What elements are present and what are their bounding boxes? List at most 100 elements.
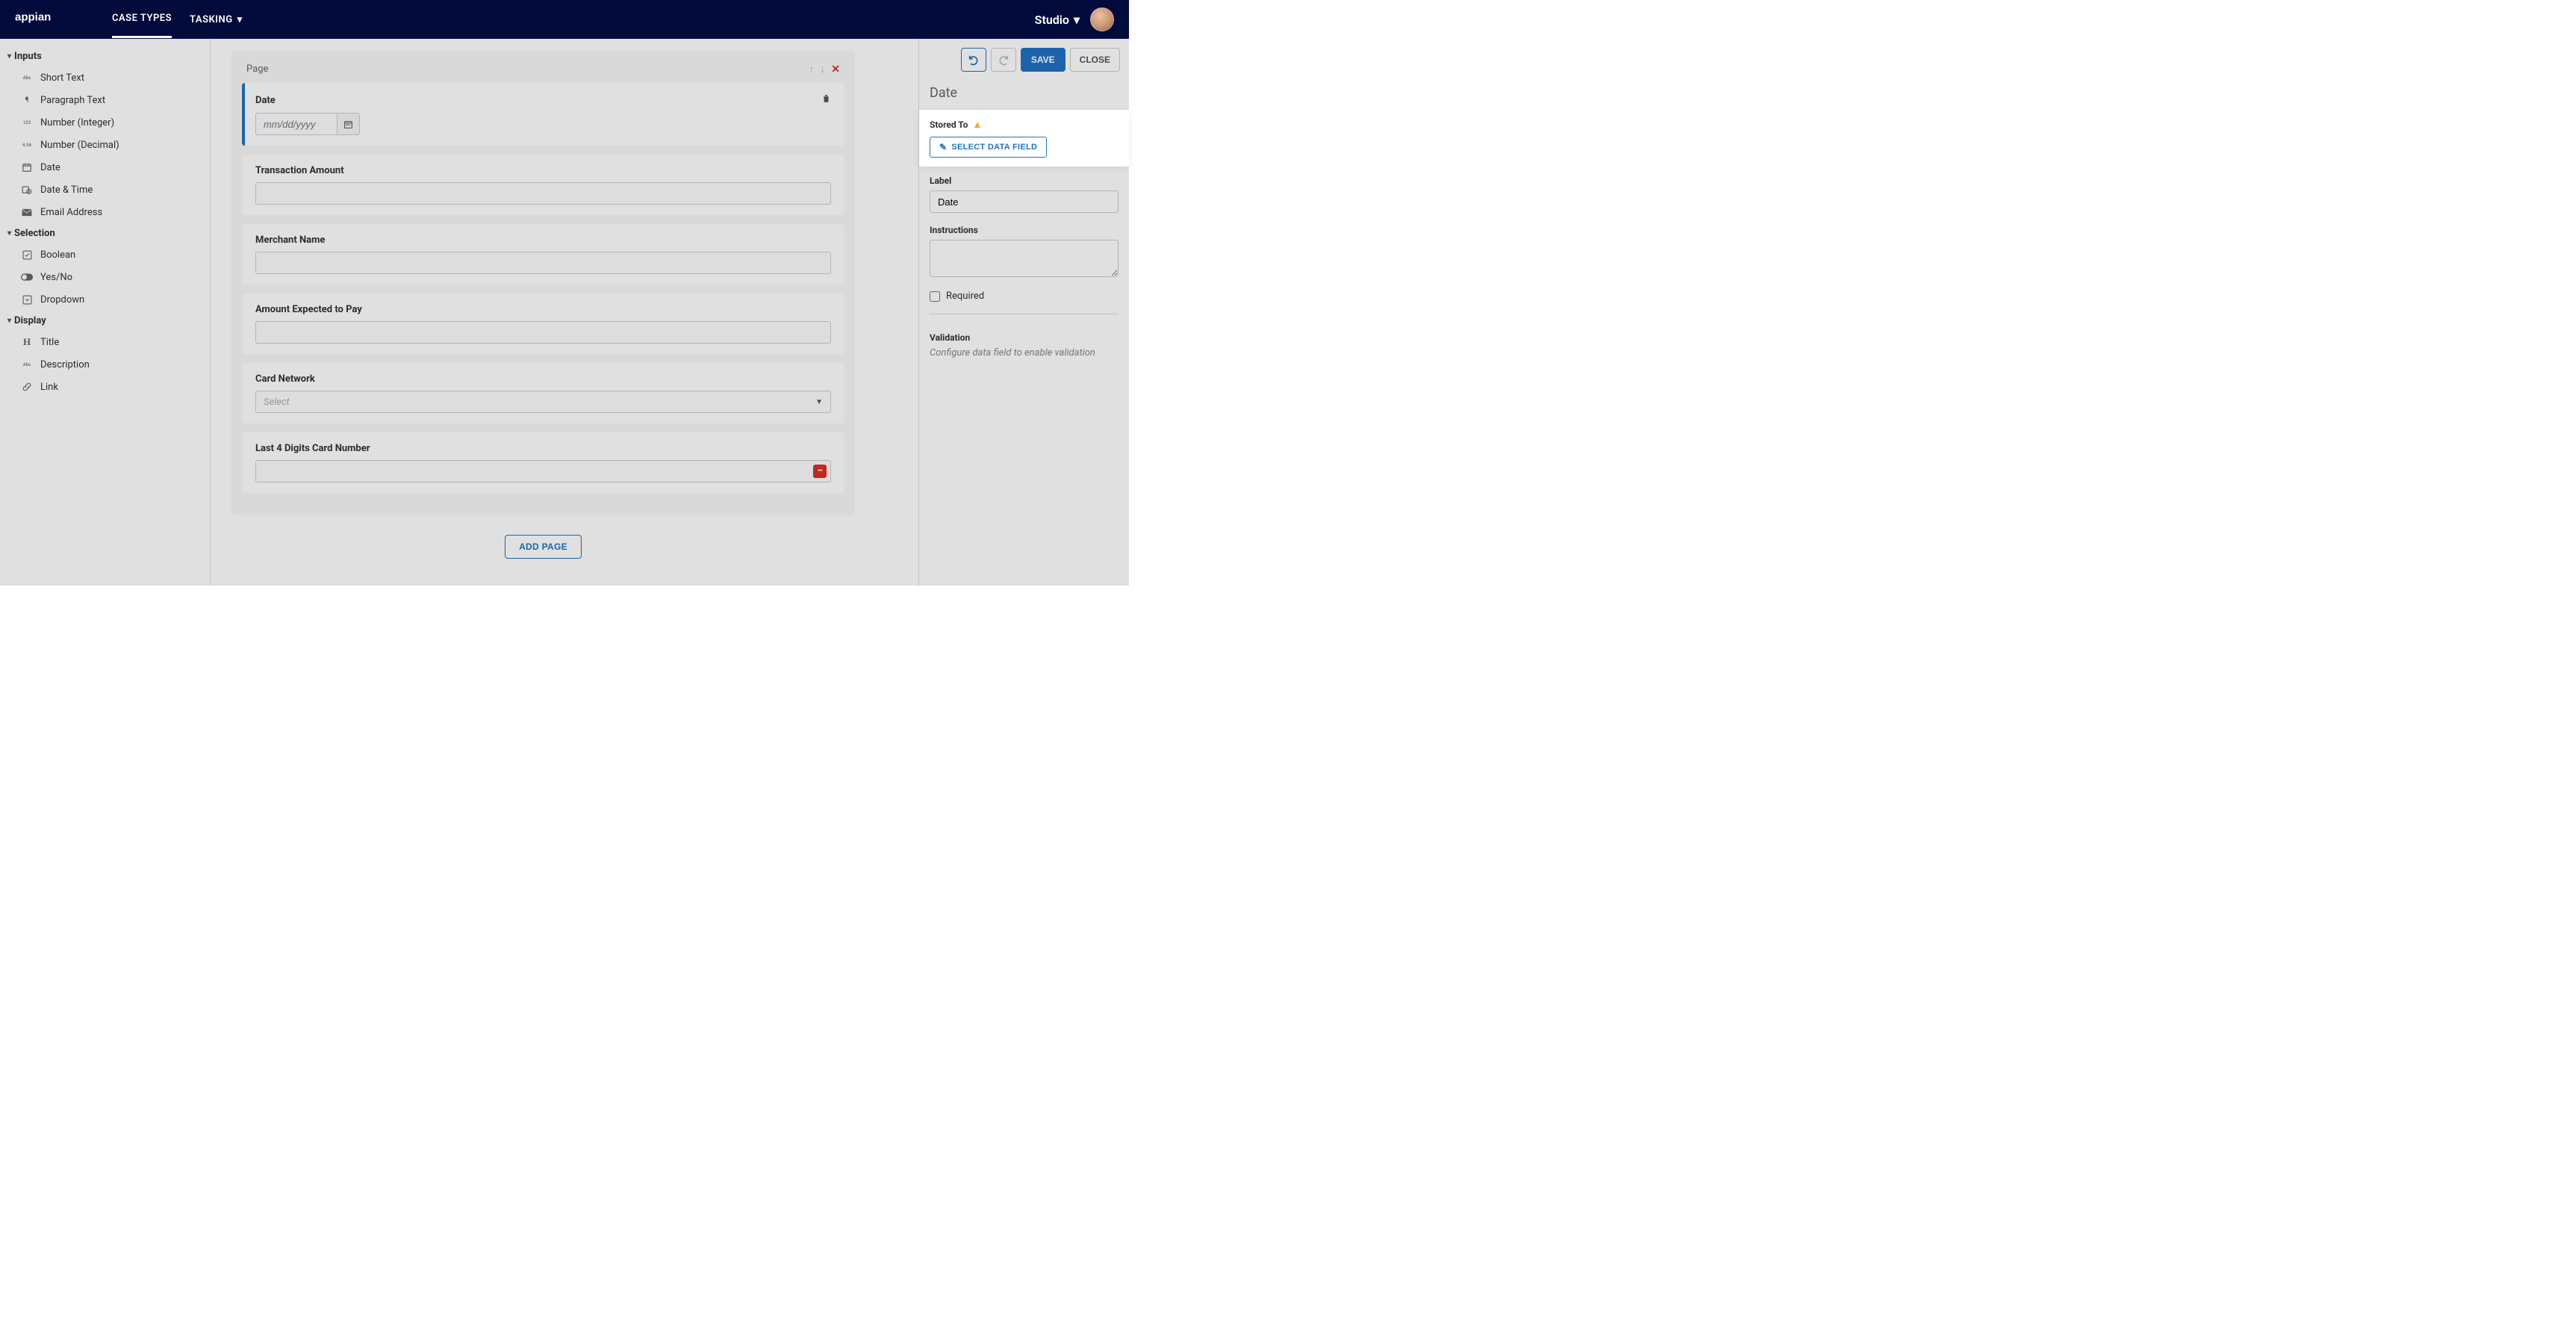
label-input[interactable] <box>930 190 1119 213</box>
undo-button[interactable] <box>961 48 986 72</box>
date-picker-button[interactable] <box>337 113 360 135</box>
group-selection[interactable]: ▾ Selection <box>0 223 210 243</box>
pencil-icon: ✎ <box>939 142 947 152</box>
palette-item-label: Email Address <box>40 207 102 218</box>
validation-field-label: Validation <box>930 332 1119 343</box>
validation-section: Validation Configure data field to enabl… <box>919 329 1129 367</box>
required-label: Required <box>946 291 984 302</box>
close-button[interactable]: CLOSE <box>1070 48 1120 72</box>
page-title: Page <box>246 63 809 75</box>
trash-icon[interactable] <box>821 93 831 107</box>
card-label: Merchant Name <box>255 235 831 246</box>
stored-to-section: Stored To ▲ ✎ SELECT DATA FIELD <box>919 110 1129 167</box>
svg-text:appian: appian <box>15 11 51 24</box>
number-icon: 123 <box>21 117 33 128</box>
component-palette: ▾ Inputs AbcShort Text ¶ Paragraph Text 1… <box>0 39 211 586</box>
palette-paragraph-text[interactable]: ¶ Paragraph Text <box>0 89 210 111</box>
card-label: Last 4 Digits Card Number <box>255 443 831 454</box>
select-input[interactable]: Select ▼ <box>255 391 831 413</box>
group-display[interactable]: ▾ Display <box>0 311 210 331</box>
decimal-icon: 4.56 <box>21 139 33 151</box>
top-nav: appian CASE TYPES TASKING ▾ Studio ▾ <box>0 0 1129 39</box>
chevron-down-icon: ▾ <box>7 317 11 325</box>
paragraph-icon: ¶ <box>21 94 33 106</box>
group-label: Selection <box>14 228 55 239</box>
add-page-button[interactable]: ADD PAGE <box>505 535 582 559</box>
palette-boolean[interactable]: Boolean <box>0 243 210 266</box>
instructions-section: Instructions Required <box>919 222 1129 329</box>
abc-icon: Abc <box>21 359 33 370</box>
panel-title: Date <box>919 81 1129 110</box>
form-card-date[interactable]: Date <box>242 83 844 146</box>
chevron-down-icon: ▾ <box>7 229 11 238</box>
nav-tasking-label: TASKING <box>190 14 233 25</box>
palette-item-label: Description <box>40 359 90 370</box>
properties-panel: SAVE CLOSE Date Stored To ▲ ✎ SELECT DAT… <box>918 39 1129 586</box>
palette-description[interactable]: Abc Description <box>0 353 210 376</box>
save-button[interactable]: SAVE <box>1021 48 1065 72</box>
palette-date-time[interactable]: Date & Time <box>0 179 210 201</box>
group-inputs[interactable]: ▾ Inputs <box>0 46 210 66</box>
palette-email[interactable]: Email Address <box>0 201 210 223</box>
masked-input[interactable] <box>255 460 831 483</box>
required-checkbox[interactable] <box>930 291 940 302</box>
mail-icon <box>21 206 33 218</box>
card-label: Amount Expected to Pay <box>255 304 831 315</box>
palette-item-label: Link <box>40 382 58 393</box>
studio-dropdown[interactable]: Studio ▾ <box>1035 13 1080 27</box>
remove-page-icon[interactable]: ✕ <box>831 63 840 75</box>
date-input[interactable] <box>255 113 337 135</box>
card-label: Card Network <box>255 373 831 385</box>
palette-number-decimal[interactable]: 4.56 Number (Decimal) <box>0 134 210 156</box>
calendar-icon <box>21 161 33 173</box>
label-field-label: Label <box>930 176 1119 186</box>
instructions-field-label: Instructions <box>930 225 1119 235</box>
palette-short-text[interactable]: AbcShort Text <box>0 66 210 89</box>
move-up-icon[interactable]: ↑ <box>809 63 814 75</box>
caret-down-icon: ▼ <box>815 398 823 406</box>
brand-logo: appian <box>15 8 82 31</box>
page-container: Page ↑ ↓ ✕ Date <box>231 51 855 515</box>
palette-item-label: Title <box>40 337 59 348</box>
form-canvas: Page ↑ ↓ ✕ Date <box>211 39 918 586</box>
chevron-down-icon: ▾ <box>7 52 11 60</box>
dropdown-icon <box>21 294 33 305</box>
text-input[interactable] <box>255 321 831 344</box>
form-card-merchant-name[interactable]: Merchant Name <box>242 224 844 285</box>
redo-icon <box>998 54 1009 66</box>
palette-yes-no[interactable]: Yes/No <box>0 266 210 288</box>
form-card-transaction-amount[interactable]: Transaction Amount <box>242 155 844 215</box>
palette-item-label: Paragraph Text <box>40 95 105 106</box>
instructions-textarea[interactable] <box>930 240 1119 277</box>
palette-item-label: Date & Time <box>40 184 93 196</box>
text-input[interactable] <box>255 182 831 205</box>
form-card-card-network[interactable]: Card Network Select ▼ <box>242 363 844 423</box>
select-data-field-button[interactable]: ✎ SELECT DATA FIELD <box>930 137 1047 158</box>
text-input[interactable] <box>255 252 831 274</box>
calendar-icon <box>343 120 353 129</box>
palette-number-integer[interactable]: 123Number (Integer) <box>0 111 210 134</box>
toggle-icon <box>21 271 33 283</box>
palette-dropdown[interactable]: Dropdown <box>0 288 210 311</box>
palette-item-label: Number (Decimal) <box>40 140 119 151</box>
stored-to-label: Stored To <box>930 120 968 130</box>
redo-button[interactable] <box>991 48 1016 72</box>
palette-date[interactable]: Date <box>0 156 210 179</box>
form-card-last4[interactable]: Last 4 Digits Card Number ••• <box>242 432 844 493</box>
avatar[interactable] <box>1090 7 1114 31</box>
checkbox-icon <box>21 249 33 261</box>
heading-icon: H <box>21 336 33 348</box>
palette-link[interactable]: Link <box>0 376 210 398</box>
palette-item-label: Yes/No <box>40 272 72 283</box>
nav-case-types[interactable]: CASE TYPES <box>112 1 172 38</box>
palette-title[interactable]: H Title <box>0 331 210 353</box>
label-section: Label <box>919 167 1129 222</box>
group-label: Display <box>14 315 46 326</box>
validation-hint: Configure data field to enable validatio… <box>930 347 1119 359</box>
move-down-icon[interactable]: ↓ <box>820 63 825 75</box>
select-data-field-label: SELECT DATA FIELD <box>951 143 1037 152</box>
masked-badge-icon: ••• <box>813 465 827 478</box>
form-card-amount-expected[interactable]: Amount Expected to Pay <box>242 294 844 354</box>
clock-icon <box>21 184 33 196</box>
nav-tasking[interactable]: TASKING ▾ <box>190 2 243 37</box>
